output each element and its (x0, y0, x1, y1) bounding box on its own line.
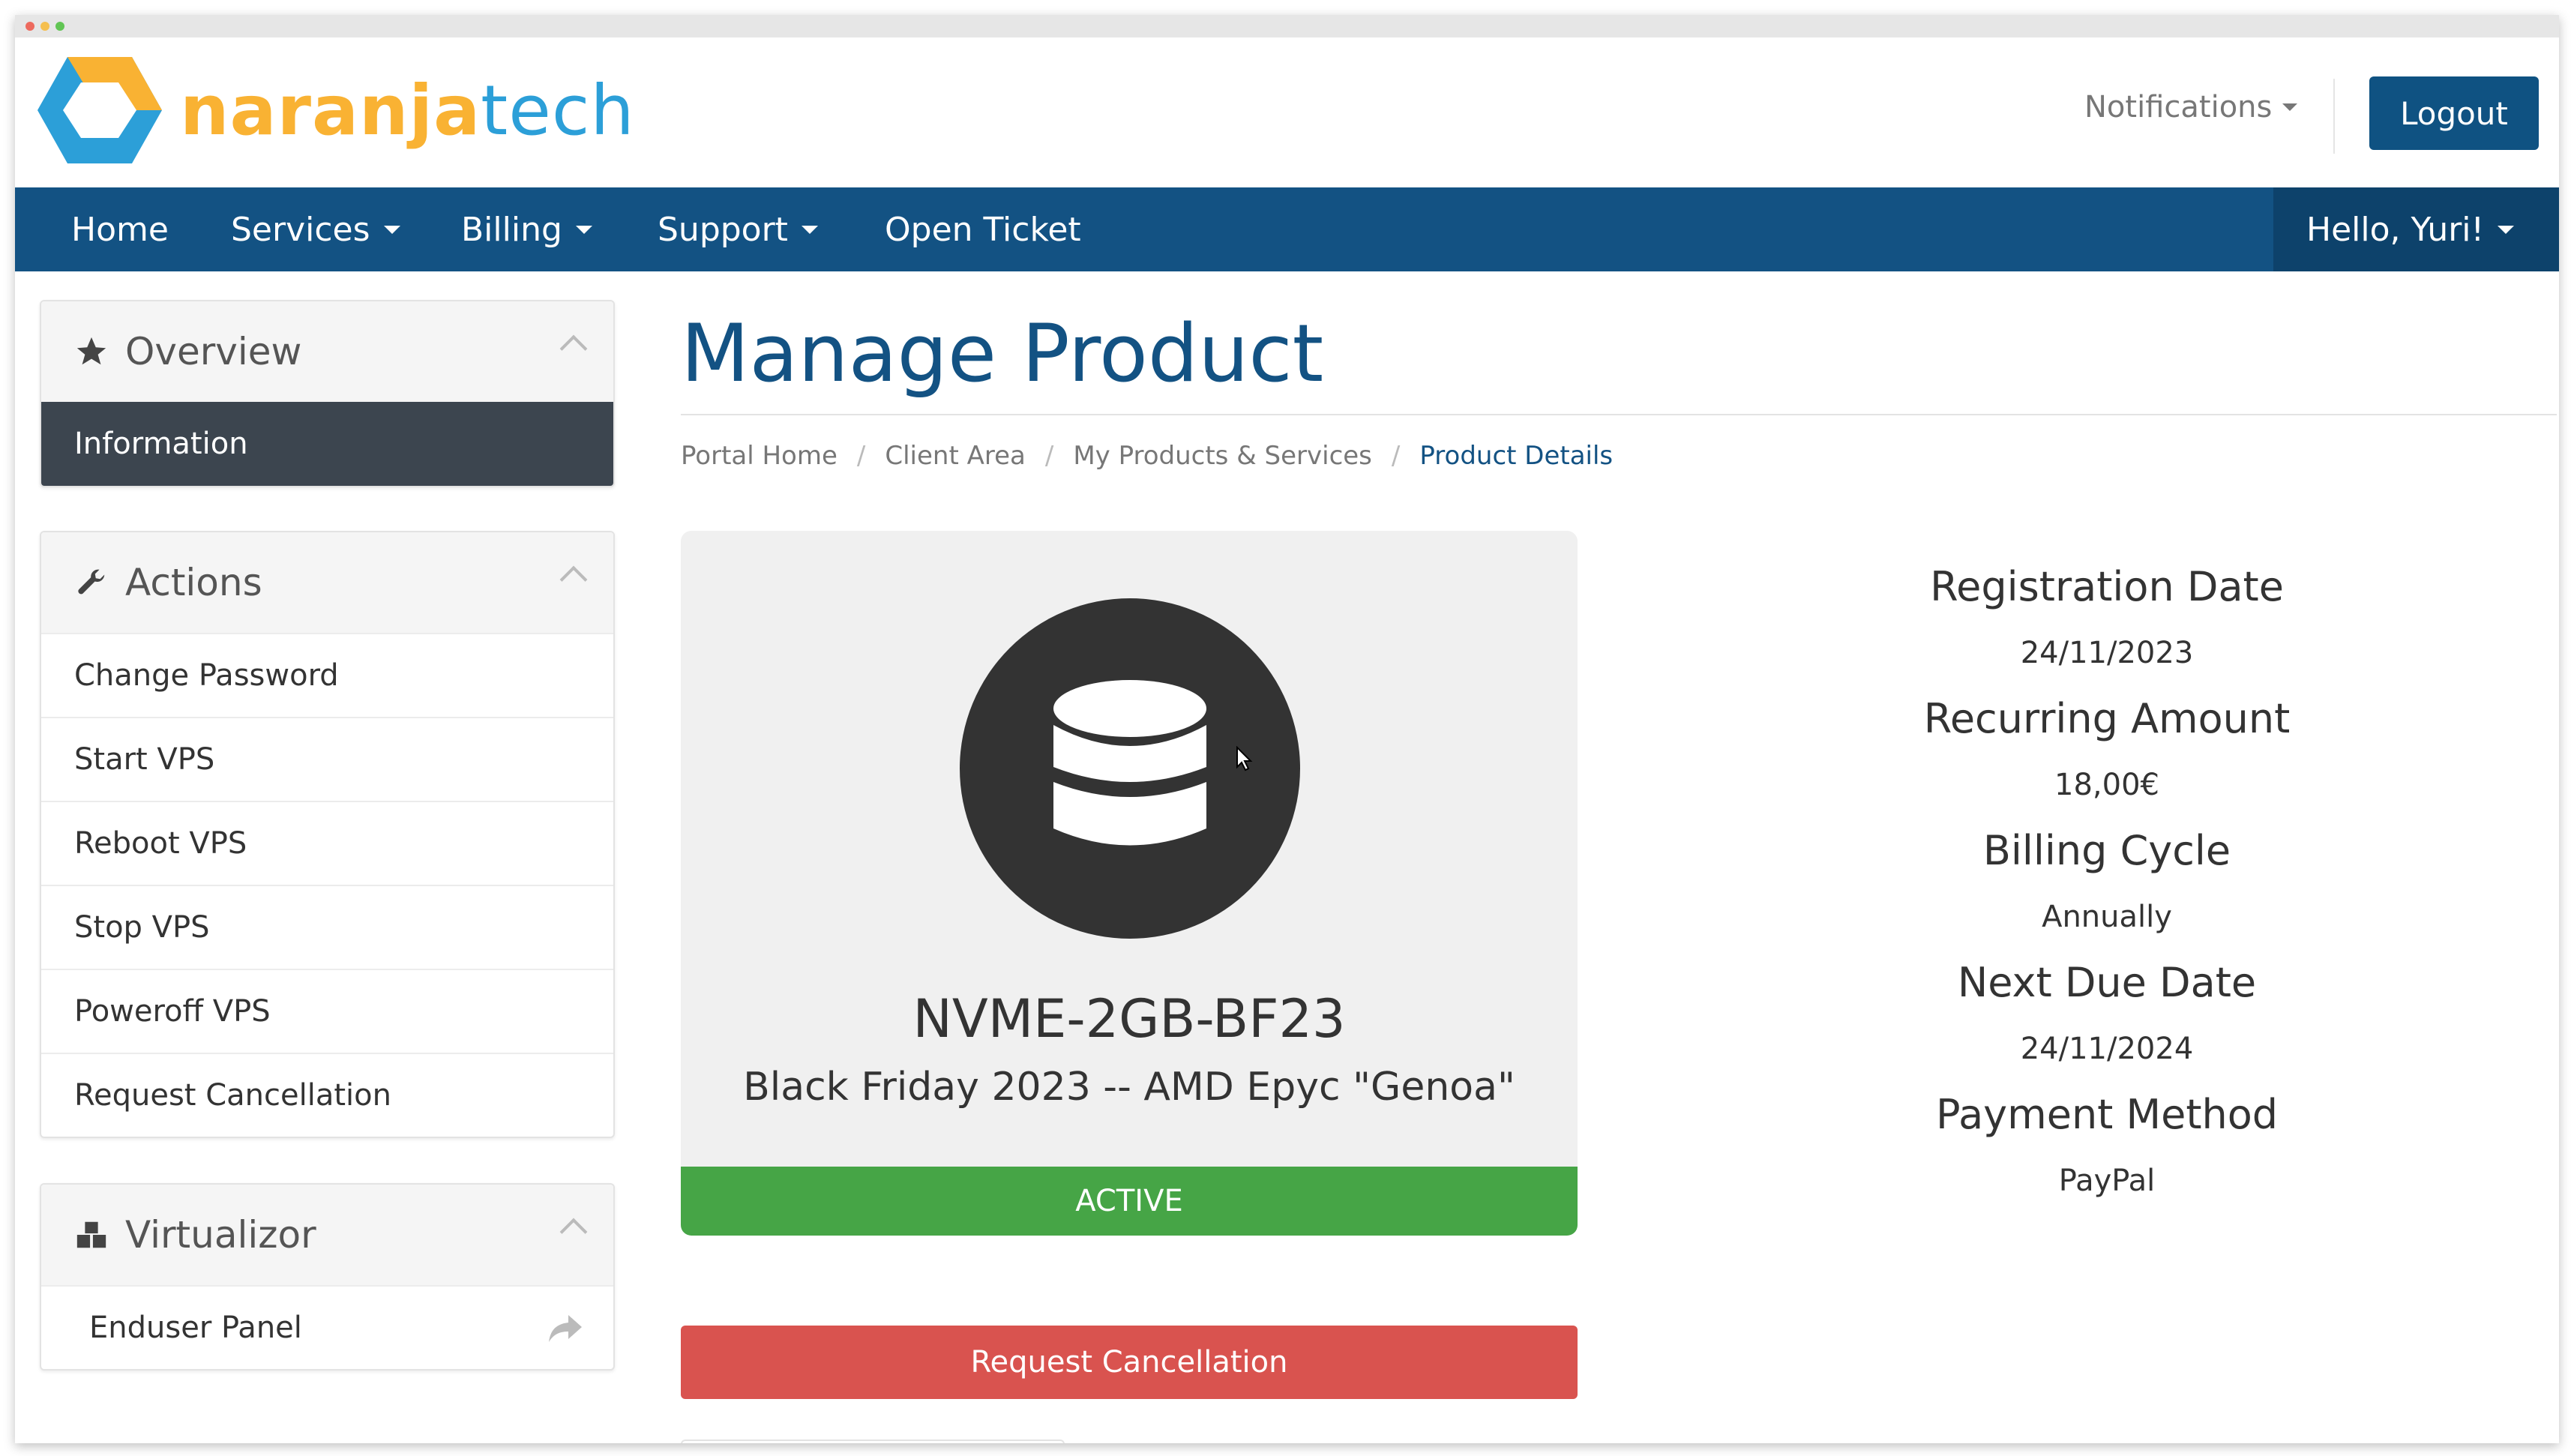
chevron-up-icon[interactable] (559, 334, 588, 363)
breadcrumb-portal-home[interactable]: Portal Home (681, 441, 838, 471)
registration-date-value: 24/11/2023 (2020, 636, 2194, 670)
maximize-window-dot[interactable] (55, 22, 64, 31)
user-menu[interactable]: Hello, Yuri! (2273, 187, 2559, 271)
sidebar-item-label: Change Password (74, 658, 339, 693)
sidebar-actions-panel: Actions Change Password Start VPS Reboot… (40, 531, 615, 1138)
caret-down-icon (2282, 103, 2298, 111)
nav-open-ticket[interactable]: Open Ticket (885, 187, 1081, 271)
product-description: Black Friday 2023 -- AMD Epyc "Genoa" (743, 1065, 1515, 1110)
payment-method-label: Payment Method (1935, 1091, 2279, 1138)
star-icon (76, 337, 106, 365)
breadcrumb-separator: / (1044, 441, 1054, 471)
overview-panel-header[interactable]: Overview (41, 301, 613, 402)
recurring-amount-label: Recurring Amount (1923, 695, 2291, 742)
site-header: naranjatech Notifications Logout (15, 37, 2559, 187)
sidebar-item-label: Poweroff VPS (74, 994, 271, 1029)
sidebar-item-change-password[interactable]: Change Password (41, 633, 613, 717)
breadcrumb: Portal Home / Client Area / My Products … (681, 441, 1613, 471)
nav-support[interactable]: Support (658, 187, 818, 271)
caret-down-icon (2498, 225, 2515, 234)
sidebar-item-label: Enduser Panel (89, 1311, 302, 1345)
virtualizor-panel-header[interactable]: Virtualizor (41, 1185, 613, 1285)
recurring-amount-value: 18,00€ (2054, 768, 2159, 802)
next-due-date-value: 24/11/2024 (2020, 1032, 2194, 1066)
nav-home-label: Home (71, 210, 169, 249)
overview-title: Overview (125, 330, 302, 373)
mouse-cursor-icon (1236, 746, 1253, 771)
next-due-date-label: Next Due Date (1957, 959, 2257, 1006)
product-card: NVME-2GB-BF23 Black Friday 2023 -- AMD E… (681, 531, 1578, 1236)
sidebar-item-start-vps[interactable]: Start VPS (41, 717, 613, 801)
sidebar-item-enduser-panel[interactable]: Enduser Panel (41, 1285, 613, 1369)
logout-button[interactable]: Logout (2369, 76, 2539, 150)
sidebar-item-request-cancellation[interactable]: Request Cancellation (41, 1053, 613, 1137)
product-details-list: Registration Date 24/11/2023 Recurring A… (1814, 555, 2399, 1215)
main-navbar: Home Services Billing Support Open Ticke… (15, 187, 2559, 271)
billing-cycle-label: Billing Cycle (1982, 827, 2231, 874)
brand-logo[interactable]: naranjatech (36, 54, 635, 166)
nav-open-ticket-label: Open Ticket (885, 210, 1081, 249)
sidebar-item-stop-vps[interactable]: Stop VPS (41, 885, 613, 969)
request-cancellation-button[interactable]: Request Cancellation (681, 1326, 1578, 1399)
sidebar-item-reboot-vps[interactable]: Reboot VPS (41, 801, 613, 885)
sidebar-item-label: Start VPS (74, 742, 215, 777)
wrench-icon (78, 569, 105, 595)
nav-services[interactable]: Services (231, 187, 400, 271)
nav-services-label: Services (231, 210, 370, 249)
database-icon (1053, 680, 1206, 846)
logo-wordmark: naranjatech (180, 70, 635, 151)
hexagon-logo-icon (37, 57, 162, 163)
cubes-icon (76, 1221, 106, 1248)
close-window-dot[interactable] (25, 22, 34, 31)
user-greeting: Hello, Yuri! (2306, 210, 2485, 249)
registration-date-label: Registration Date (1930, 563, 2284, 610)
nav-billing[interactable]: Billing (461, 187, 592, 271)
status-badge: ACTIVE (681, 1167, 1578, 1236)
nav-support-label: Support (658, 210, 788, 249)
sidebar-virtualizor-panel: Virtualizor Enduser Panel (40, 1183, 615, 1371)
chevron-up-icon[interactable] (559, 1218, 588, 1246)
billing-cycle-value: Annually (2042, 900, 2172, 934)
window-titlebar (15, 15, 2559, 37)
page-title: Manage Product (681, 307, 1324, 400)
notifications-dropdown[interactable]: Notifications (2084, 90, 2298, 124)
breadcrumb-client-area[interactable]: Client Area (885, 441, 1025, 471)
panel-stub (681, 1440, 1065, 1443)
browser-window: naranjatech Notifications Logout Home Se… (15, 15, 2559, 1443)
sidebar-item-poweroff-vps[interactable]: Poweroff VPS (41, 969, 613, 1053)
sidebar-item-label: Reboot VPS (74, 826, 247, 861)
nav-billing-label: Billing (461, 210, 562, 249)
chevron-up-icon[interactable] (559, 565, 588, 594)
breadcrumb-separator: / (856, 441, 866, 471)
payment-method-value: PayPal (2058, 1164, 2156, 1198)
sidebar-item-label: Information (74, 427, 248, 461)
user-menu-toggle[interactable]: Hello, Yuri! (2306, 187, 2515, 271)
sidebar-item-label: Request Cancellation (74, 1078, 391, 1113)
notifications-label: Notifications (2084, 90, 2273, 124)
actions-panel-header[interactable]: Actions (41, 532, 613, 633)
product-name: NVME-2GB-BF23 (912, 988, 1346, 1050)
title-divider (681, 414, 2557, 415)
breadcrumb-my-products[interactable]: My Products & Services (1073, 441, 1372, 471)
header-divider (2333, 79, 2335, 154)
virtualizor-title: Virtualizor (125, 1213, 316, 1257)
caret-down-icon (801, 225, 818, 234)
breadcrumb-separator: / (1391, 441, 1401, 471)
sidebar-item-information[interactable]: Information (41, 402, 613, 486)
caret-down-icon (575, 225, 592, 234)
sidebar-overview-panel: Overview Information (40, 300, 615, 487)
actions-title: Actions (125, 561, 262, 604)
sidebar-item-label: Stop VPS (74, 910, 210, 945)
breadcrumb-product-details: Product Details (1419, 441, 1614, 471)
caret-down-icon (383, 225, 400, 234)
minimize-window-dot[interactable] (40, 22, 49, 31)
share-arrow-icon (549, 1315, 582, 1342)
nav-home[interactable]: Home (71, 187, 169, 271)
